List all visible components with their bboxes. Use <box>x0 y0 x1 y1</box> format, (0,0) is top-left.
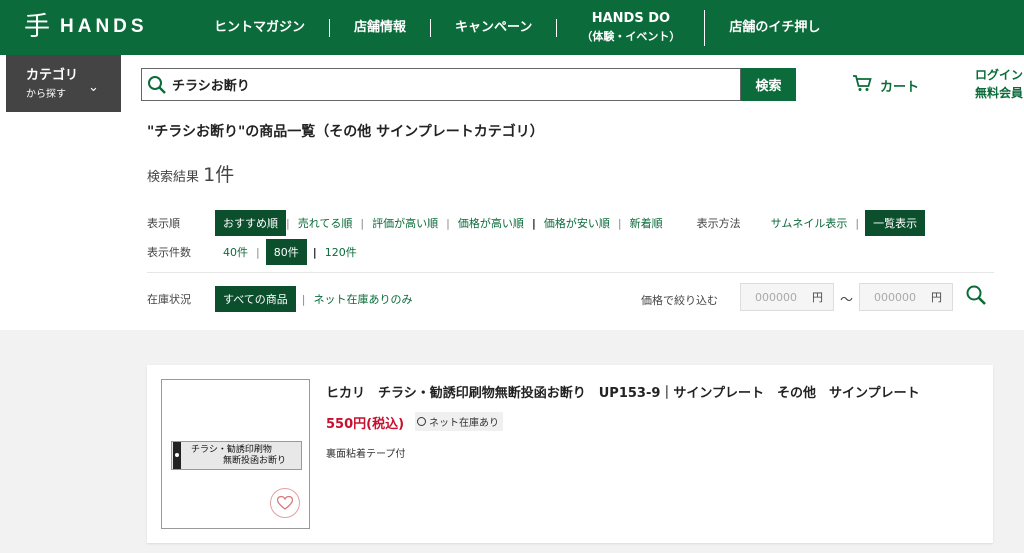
sign-plate-image: チラシ・勧誘印刷物 無断投函お断り <box>171 441 302 470</box>
sort-option-best-selling[interactable]: 売れてる順 <box>290 215 361 231</box>
price-filter-label: 価格で絞り込む <box>641 294 718 307</box>
search-bar-row: カテゴリ から探す ⌄ 検索 カート ログイン 無料会員 <box>0 55 1024 112</box>
search-field[interactable] <box>141 68 741 101</box>
cart-link[interactable]: カート <box>852 74 919 96</box>
nav-item-hands-do[interactable]: HANDS DO （体験・イベント） <box>557 9 706 46</box>
nav-item-store-info[interactable]: 店舗情報 <box>330 18 432 37</box>
stock-filter-net-only[interactable]: ネット在庫ありのみ <box>306 291 421 307</box>
sort-row: 表示順 おすすめ順 | 売れてる順 | 評価が高い順 | 価格が高い順 | 価格… <box>147 210 926 236</box>
nav-item-hint-magazine[interactable]: ヒントマガジン <box>190 18 331 37</box>
main-nav: ヒントマガジン 店舗情報 キャンペーン HANDS DO （体験・イベント） 店舗… <box>190 0 844 55</box>
divider <box>147 272 994 273</box>
price-min-field[interactable]: 000000 円 <box>740 283 834 311</box>
sort-option-top-rated[interactable]: 評価が高い順 <box>364 215 446 231</box>
product-title[interactable]: ヒカリ チラシ・勧誘印刷物無断投函お断り UP153‐9｜サインプレート その他… <box>326 382 920 401</box>
stock-filter-row: 在庫状況 すべての商品 | ネット在庫ありのみ <box>147 286 421 312</box>
stock-badge: ネット在庫あり <box>415 412 503 431</box>
cart-label: カート <box>880 79 920 95</box>
per-page-120[interactable]: 120件 <box>317 244 365 260</box>
cart-icon <box>852 74 872 96</box>
sort-option-price-high[interactable]: 価格が高い順 <box>450 215 532 231</box>
logo-text: HANDS <box>60 16 148 37</box>
product-image[interactable]: チラシ・勧誘印刷物 無断投函お断り <box>161 379 310 529</box>
price-search-icon[interactable] <box>965 284 987 310</box>
sort-option-price-low[interactable]: 価格が安い順 <box>536 215 618 231</box>
sort-option-recommended[interactable]: おすすめ順 <box>215 210 286 236</box>
chevron-down-icon: ⌄ <box>88 80 99 95</box>
nav-item-store-picks[interactable]: 店舗のイチ押し <box>705 19 844 37</box>
stock-filter-all[interactable]: すべての商品 <box>215 286 296 312</box>
per-page-80[interactable]: 80件 <box>265 239 307 265</box>
sort-option-newest[interactable]: 新着順 <box>622 215 671 231</box>
price-range-tilde: 〜 <box>840 293 854 308</box>
favorite-heart-icon[interactable] <box>270 488 300 518</box>
results-panel: "チラシお断り"の商品一覧（その他 サインプレートカテゴリ） 検索結果 1件 表… <box>0 112 1024 330</box>
display-mode-label: 表示方法 <box>696 217 741 230</box>
product-description: 裏面粘着テープ付 <box>326 449 406 460</box>
page-title: "チラシお断り"の商品一覧（その他 サインプレートカテゴリ） <box>147 124 544 140</box>
product-card[interactable]: チラシ・勧誘印刷物 無断投函お断り ヒカリ チラシ・勧誘印刷物無断投函お断り U… <box>147 365 993 543</box>
per-page-row: 表示件数 40件 | 80件 | 120件 <box>147 239 365 265</box>
logo-mark: 手 <box>24 12 51 42</box>
product-price: 550円(税込) <box>326 417 405 432</box>
login-link[interactable]: ログイン 無料会員 <box>975 66 1023 102</box>
result-count: 検索結果 1件 <box>147 164 235 186</box>
search-icon <box>142 75 172 95</box>
price-max-field[interactable]: 000000 円 <box>859 283 953 311</box>
category-menu-button[interactable]: カテゴリ から探す ⌄ <box>6 55 121 112</box>
hands-logo[interactable]: 手 HANDS <box>24 14 148 40</box>
search-input[interactable] <box>172 77 712 92</box>
stock-circle-icon <box>417 417 426 426</box>
display-option-list[interactable]: 一覧表示 <box>865 210 926 236</box>
top-bar: 手 HANDS ヒントマガジン 店舗情報 キャンペーン HANDS DO （体験・… <box>0 0 1024 55</box>
per-page-40[interactable]: 40件 <box>215 244 256 260</box>
display-option-thumbnail[interactable]: サムネイル表示 <box>763 215 856 231</box>
search-button[interactable]: 検索 <box>741 68 796 101</box>
nav-item-campaign[interactable]: キャンペーン <box>431 18 558 37</box>
